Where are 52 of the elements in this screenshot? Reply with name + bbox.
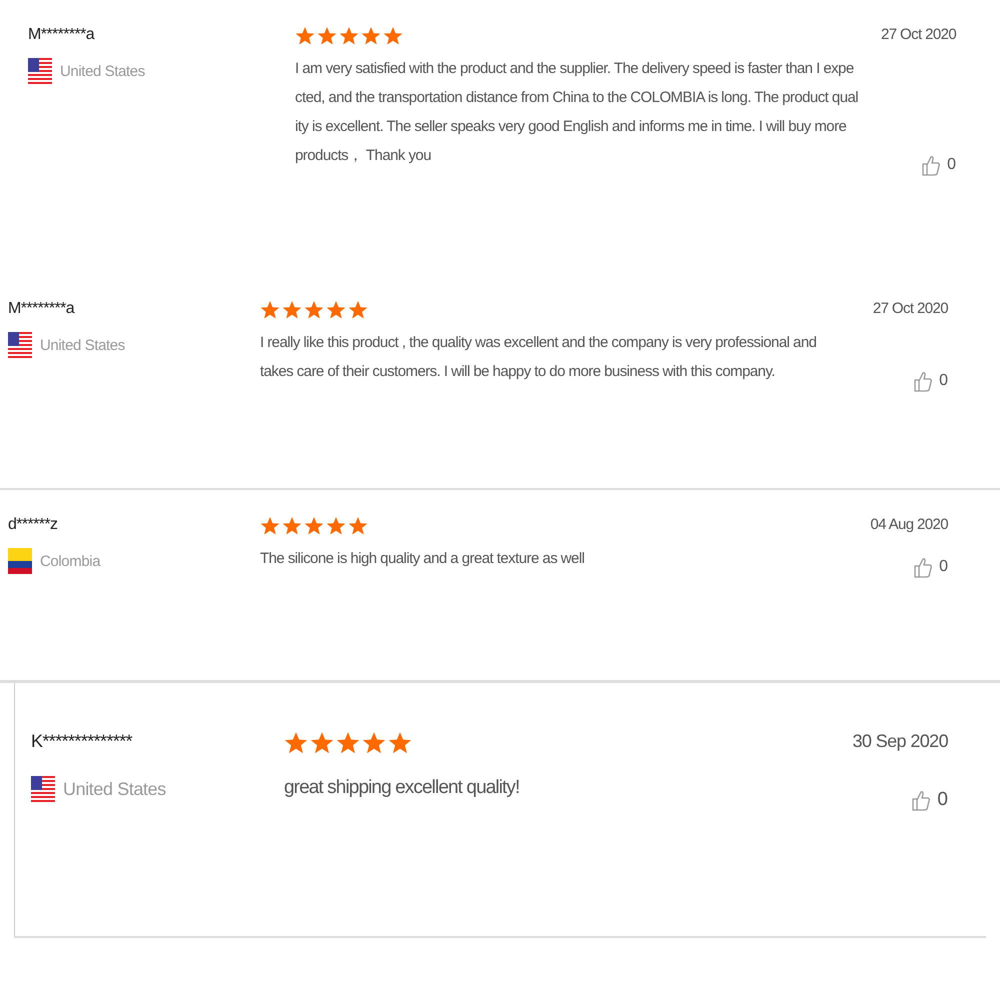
thumbs-up-icon[interactable] [913,369,934,393]
star-icon [326,300,346,320]
star-icon [348,516,368,536]
review-text: cted, and the transportation distance from China to the COLOMBIA is long. The product qual [295,88,858,108]
star-icon [295,26,315,46]
review-date: 27 Oct 2020 [880,26,956,43]
star-icon [260,300,280,320]
star-icon [361,26,381,46]
review-text: I really like this product , the quality was excellent and the company is very professional and [260,333,818,353]
star-icon [348,300,368,320]
review-text: I am very satisfied with the product and the supplier. The delivery speed is faster than I expe [295,59,855,79]
star-icon [282,300,302,320]
thumbs-up-icon[interactable] [921,153,942,177]
star-icon [339,26,359,46]
review-text: products， Thank you [295,146,432,166]
star-icon [284,731,308,755]
star-icon [362,731,386,755]
country-name: United States [63,778,166,800]
review-date: 27 Oct 2020 [872,300,948,317]
star-icon [304,516,324,536]
star-icon [260,516,280,536]
like-count: 0 [947,156,956,174]
like-count: 0 [939,372,948,390]
country-name: United States [40,336,125,354]
flag-icon [8,548,32,574]
review-date: 30 Sep 2020 [852,731,948,752]
thumbs-up-icon[interactable] [913,555,934,579]
star-icon [326,516,346,536]
thumbs-up-icon[interactable] [911,788,932,812]
star-icon [304,300,324,320]
star-icon [383,26,403,46]
review-text: The silicone is high quality and a great texture as well [260,549,586,569]
star-icon [317,26,337,46]
country-name: Colombia [40,552,100,570]
star-icon [388,731,412,755]
reviewer-name: M********a [28,26,96,44]
reviewer-name: M********a [8,300,76,318]
review-text: great shipping excellent quality! [284,776,520,800]
review-date: 04 Aug 2020 [870,516,948,533]
reviewer-name: K************** [31,731,134,752]
like-count: 0 [937,789,948,811]
like-count: 0 [939,558,948,576]
flag-icon [31,776,55,802]
star-icon [310,731,334,755]
review-text: takes care of their customers. I will be happy to do more business with this company. [260,362,776,382]
flag-icon [28,58,52,84]
country-name: United States [60,62,145,80]
flag-icon [8,332,32,358]
review-text: ity is excellent. The seller speaks very good English and informs me in time. I will buy more [295,117,848,137]
star-icon [282,516,302,536]
star-icon [336,731,360,755]
reviewer-name: d******z [8,516,58,534]
